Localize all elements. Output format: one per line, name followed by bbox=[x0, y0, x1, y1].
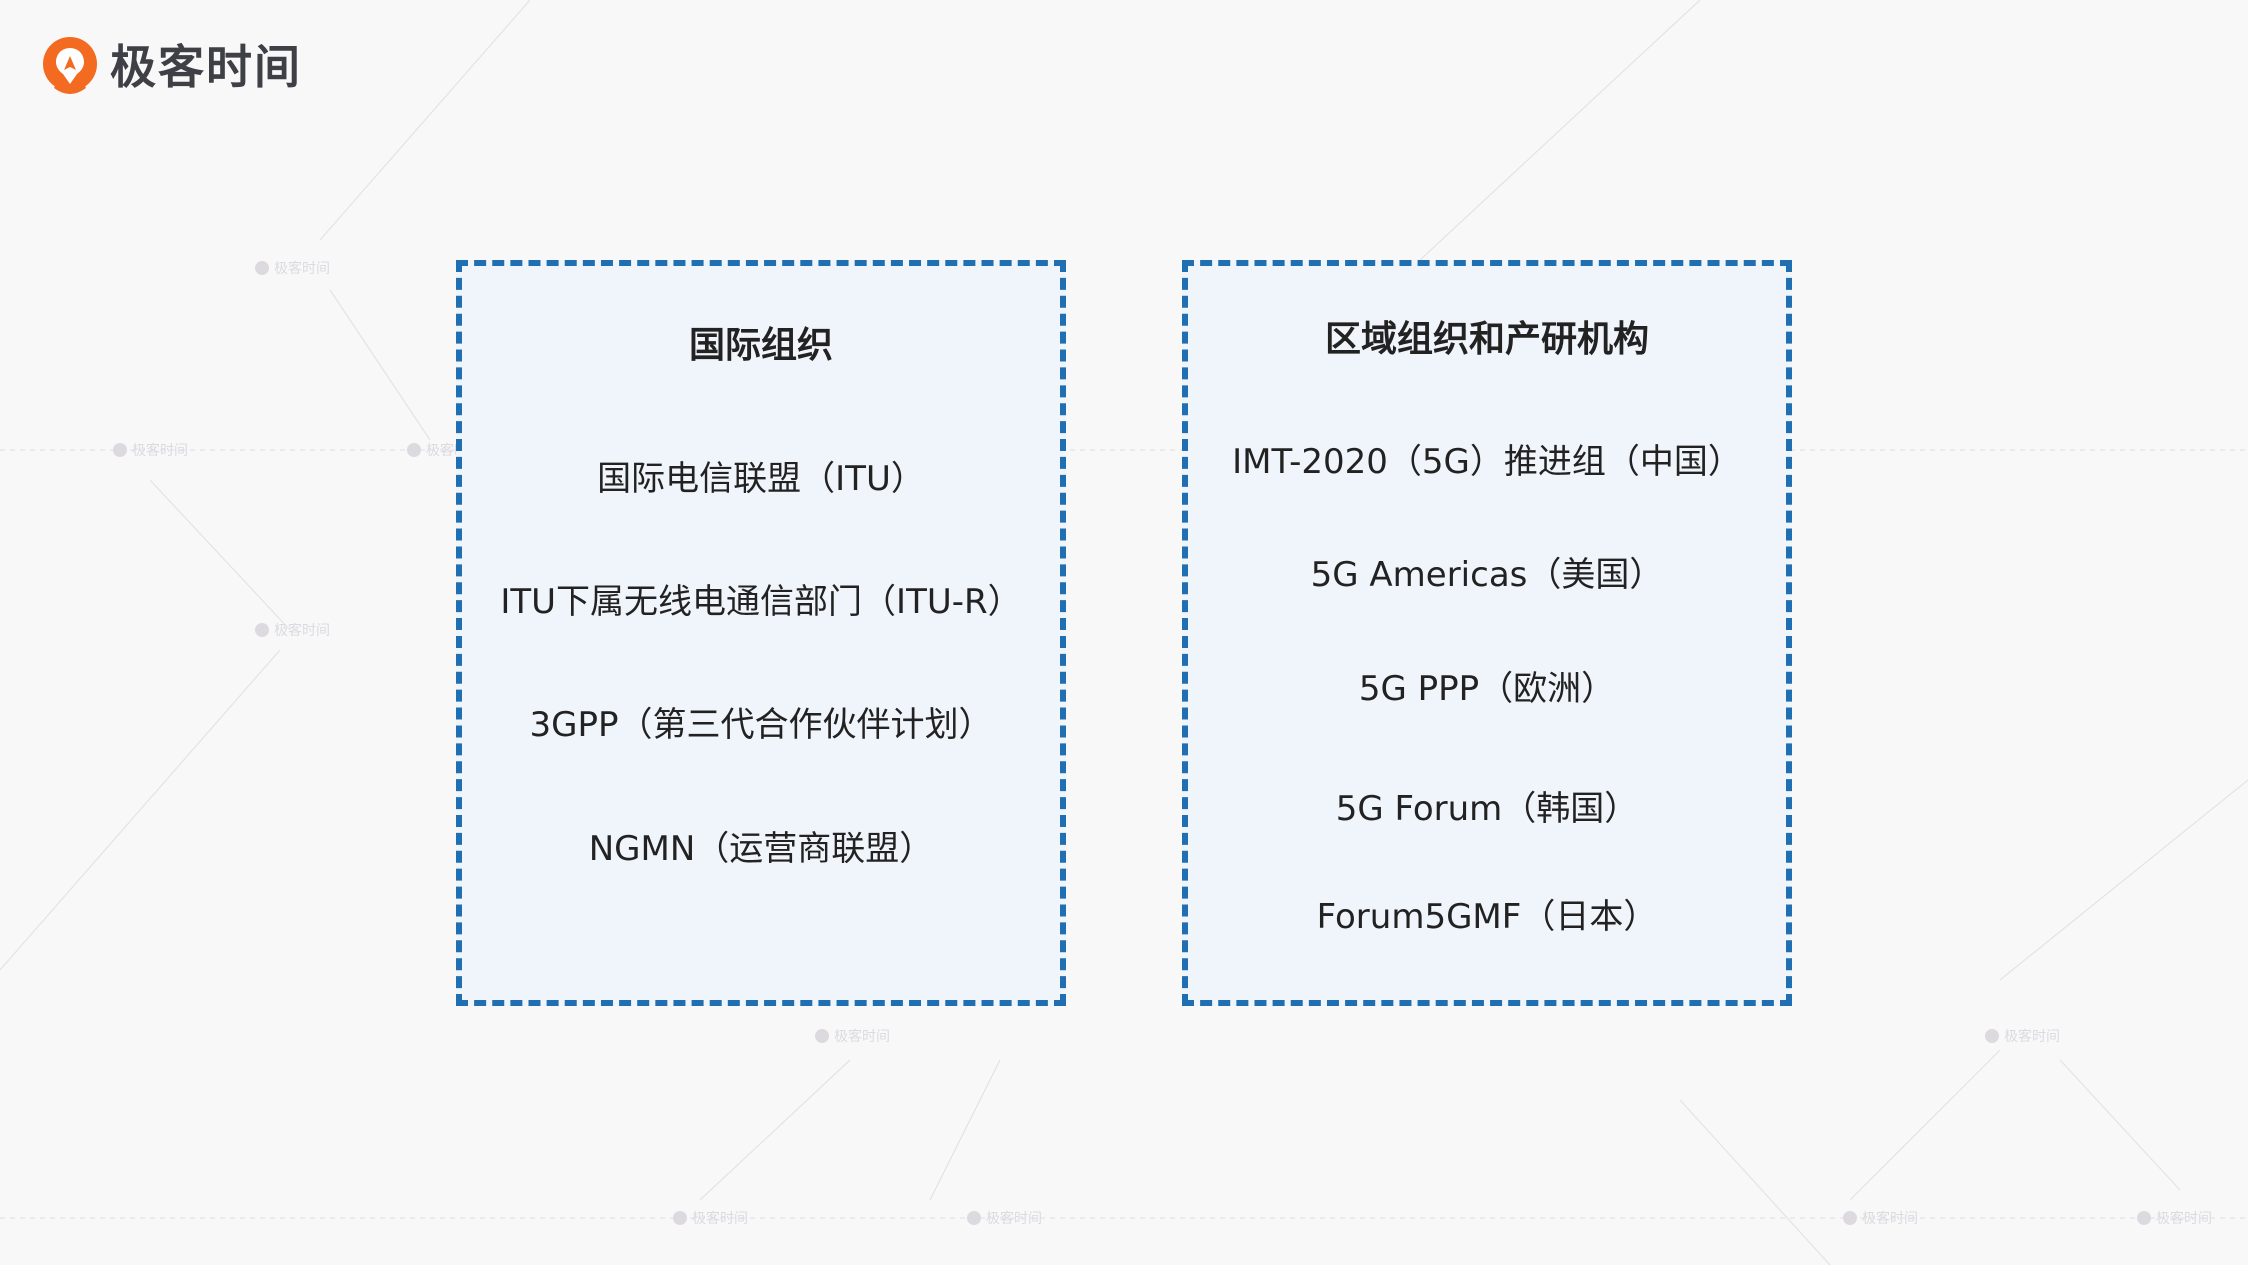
list-item: 5G Forum（韩国） bbox=[1335, 789, 1639, 829]
watermark-text: 极客时间 bbox=[274, 622, 330, 639]
brand-logo: 极客时间 bbox=[40, 34, 302, 100]
regional-organizations-box: 区域组织和产研机构 IMT-2020（5G）推进组（中国） 5G America… bbox=[1182, 260, 1792, 1006]
box-title-regional: 区域组织和产研机构 bbox=[1324, 319, 1649, 360]
box-title-international: 国际组织 bbox=[688, 325, 833, 366]
watermark-text: 极客时间 bbox=[132, 442, 188, 459]
list-item: 国际电信联盟（ITU） bbox=[597, 459, 925, 499]
watermark-text: 极客时间 bbox=[2156, 1210, 2212, 1227]
brand-name: 极客时间 bbox=[110, 40, 302, 94]
watermark-text: 极客时间 bbox=[986, 1210, 1042, 1227]
list-item: ITU下属无线电通信部门（ITU-R） bbox=[500, 582, 1022, 622]
watermark-text: 极客时间 bbox=[692, 1210, 748, 1227]
list-item: 5G PPP（欧洲） bbox=[1358, 669, 1616, 709]
watermark-text: 极客时间 bbox=[1862, 1210, 1918, 1227]
watermark-pattern: 极客时间 极客时间 极客时间 极客时间 极客时间 极客时间 极客时间 极客时间 … bbox=[0, 0, 2248, 1265]
list-item: NGMN（运营商联盟） bbox=[588, 829, 934, 869]
list-item: 3GPP（第三代合作伙伴计划） bbox=[529, 705, 993, 745]
watermark-text: 极客时间 bbox=[834, 1028, 890, 1045]
list-item: IMT-2020（5G）推进组（中国） bbox=[1232, 442, 1742, 482]
list-item: Forum5GMF（日本） bbox=[1316, 897, 1658, 937]
watermark-text: 极客时间 bbox=[2004, 1028, 2060, 1045]
list-item: 5G Americas（美国） bbox=[1310, 555, 1664, 595]
geektime-logo-icon bbox=[43, 37, 97, 94]
international-organizations-box: 国际组织 国际电信联盟（ITU） ITU下属无线电通信部门（ITU-R） 3GP… bbox=[456, 260, 1066, 1006]
watermark-text: 极客时间 bbox=[274, 260, 330, 277]
